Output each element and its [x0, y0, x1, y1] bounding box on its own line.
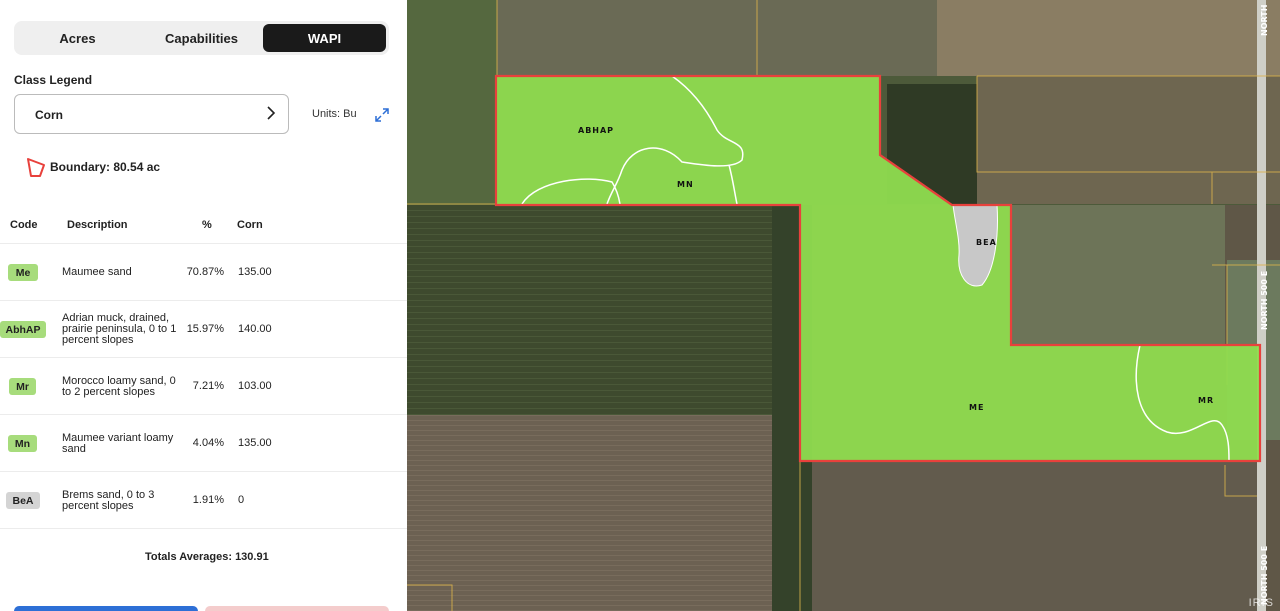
soil-percent: 1.91%: [192, 494, 224, 506]
header-percent: %: [202, 219, 212, 231]
table-row[interactable]: BeA Brems sand, 0 to 3 percent slopes 1.…: [0, 471, 407, 528]
soil-percent: 15.97%: [186, 323, 224, 335]
crop-selector-label: Corn: [35, 108, 63, 122]
tab-bar: Acres Capabilities WAPI: [14, 21, 389, 55]
map-canvas[interactable]: ABHAP MN BEA ME MR NORTH 500 E NORTH 500…: [407, 0, 1280, 611]
crop-selector[interactable]: Corn: [14, 94, 289, 134]
soil-percent: 7.21%: [192, 380, 224, 392]
satellite-map[interactable]: ABHAP MN BEA ME MR NORTH 500 E NORTH 500…: [407, 0, 1280, 611]
soil-code-badge: AbhAP: [0, 321, 46, 338]
soil-description: Adrian muck, drained, prairie peninsula,…: [62, 312, 177, 346]
map-label-me: ME: [969, 403, 984, 412]
field-parcel: [977, 76, 1280, 204]
boundary-acres: Boundary: 80.54 ac: [50, 160, 161, 174]
table-row[interactable]: Me Maumee sand 70.87% 135.00: [0, 243, 407, 300]
soil-code-badge: Mr: [9, 378, 36, 395]
field-parcel: [1012, 205, 1225, 345]
field-parcel: [497, 0, 937, 76]
header-corn: Corn: [237, 219, 263, 231]
soil-description: Maumee variant loamy sand: [62, 432, 174, 455]
map-label-mn: MN: [677, 180, 694, 189]
primary-action-button[interactable]: [14, 606, 198, 611]
boundary-polygon-icon: [26, 156, 48, 183]
units-label: Units: Bu: [312, 108, 357, 120]
secondary-action-button[interactable]: [205, 606, 389, 611]
map-label-bea: BEA: [976, 238, 997, 247]
chevron-right-icon: [266, 106, 276, 125]
soil-description: Brems sand, 0 to 3 percent slopes: [62, 489, 155, 512]
table-divider: [0, 528, 407, 529]
tab-capabilities[interactable]: Capabilities: [140, 24, 263, 52]
field-parcel: [407, 0, 497, 205]
field-parcel: [407, 415, 800, 611]
soil-percent: 4.04%: [192, 437, 224, 449]
header-code: Code: [10, 219, 38, 231]
field-parcel: [800, 462, 1260, 611]
map-label-mr: MR: [1198, 396, 1214, 405]
table-row[interactable]: Mn Maumee variant loamy sand 4.04% 135.0…: [0, 414, 407, 471]
expand-icon[interactable]: [375, 108, 389, 127]
map-watermark: IRIS: [1248, 597, 1274, 609]
soil-percent: 70.87%: [186, 266, 224, 278]
soil-corn-value: 140.00: [238, 323, 272, 335]
soil-code-badge: Mn: [8, 435, 37, 452]
field-parcel: [937, 0, 1280, 76]
road-label: NORTH 500 E: [1260, 271, 1269, 330]
header-description: Description: [67, 219, 128, 231]
table-row[interactable]: AbhAP Adrian muck, drained, prairie peni…: [0, 300, 407, 357]
left-panel: Acres Capabilities WAPI Class Legend Cor…: [0, 0, 407, 611]
tab-wapi[interactable]: WAPI: [263, 24, 386, 52]
map-label-abhap: ABHAP: [578, 126, 614, 135]
table-row[interactable]: Mr Morocco loamy sand, 0 to 2 percent sl…: [0, 357, 407, 414]
soil-description: Maumee sand: [62, 266, 132, 278]
field-parcel: [407, 205, 800, 415]
soil-corn-value: 135.00: [238, 437, 272, 449]
soil-description: Morocco loamy sand, 0 to 2 percent slope…: [62, 375, 176, 398]
totals-averages: Totals Averages: 130.91: [145, 551, 269, 563]
soil-code-badge: Me: [8, 264, 38, 281]
soil-corn-value: 103.00: [238, 380, 272, 392]
tab-acres[interactable]: Acres: [16, 24, 139, 52]
soil-corn-value: 0: [238, 494, 245, 506]
road-label: NORTH: [1260, 5, 1269, 36]
class-legend-title: Class Legend: [14, 73, 93, 87]
soil-corn-value: 135.00: [238, 266, 272, 278]
soil-code-badge: BeA: [6, 492, 40, 509]
